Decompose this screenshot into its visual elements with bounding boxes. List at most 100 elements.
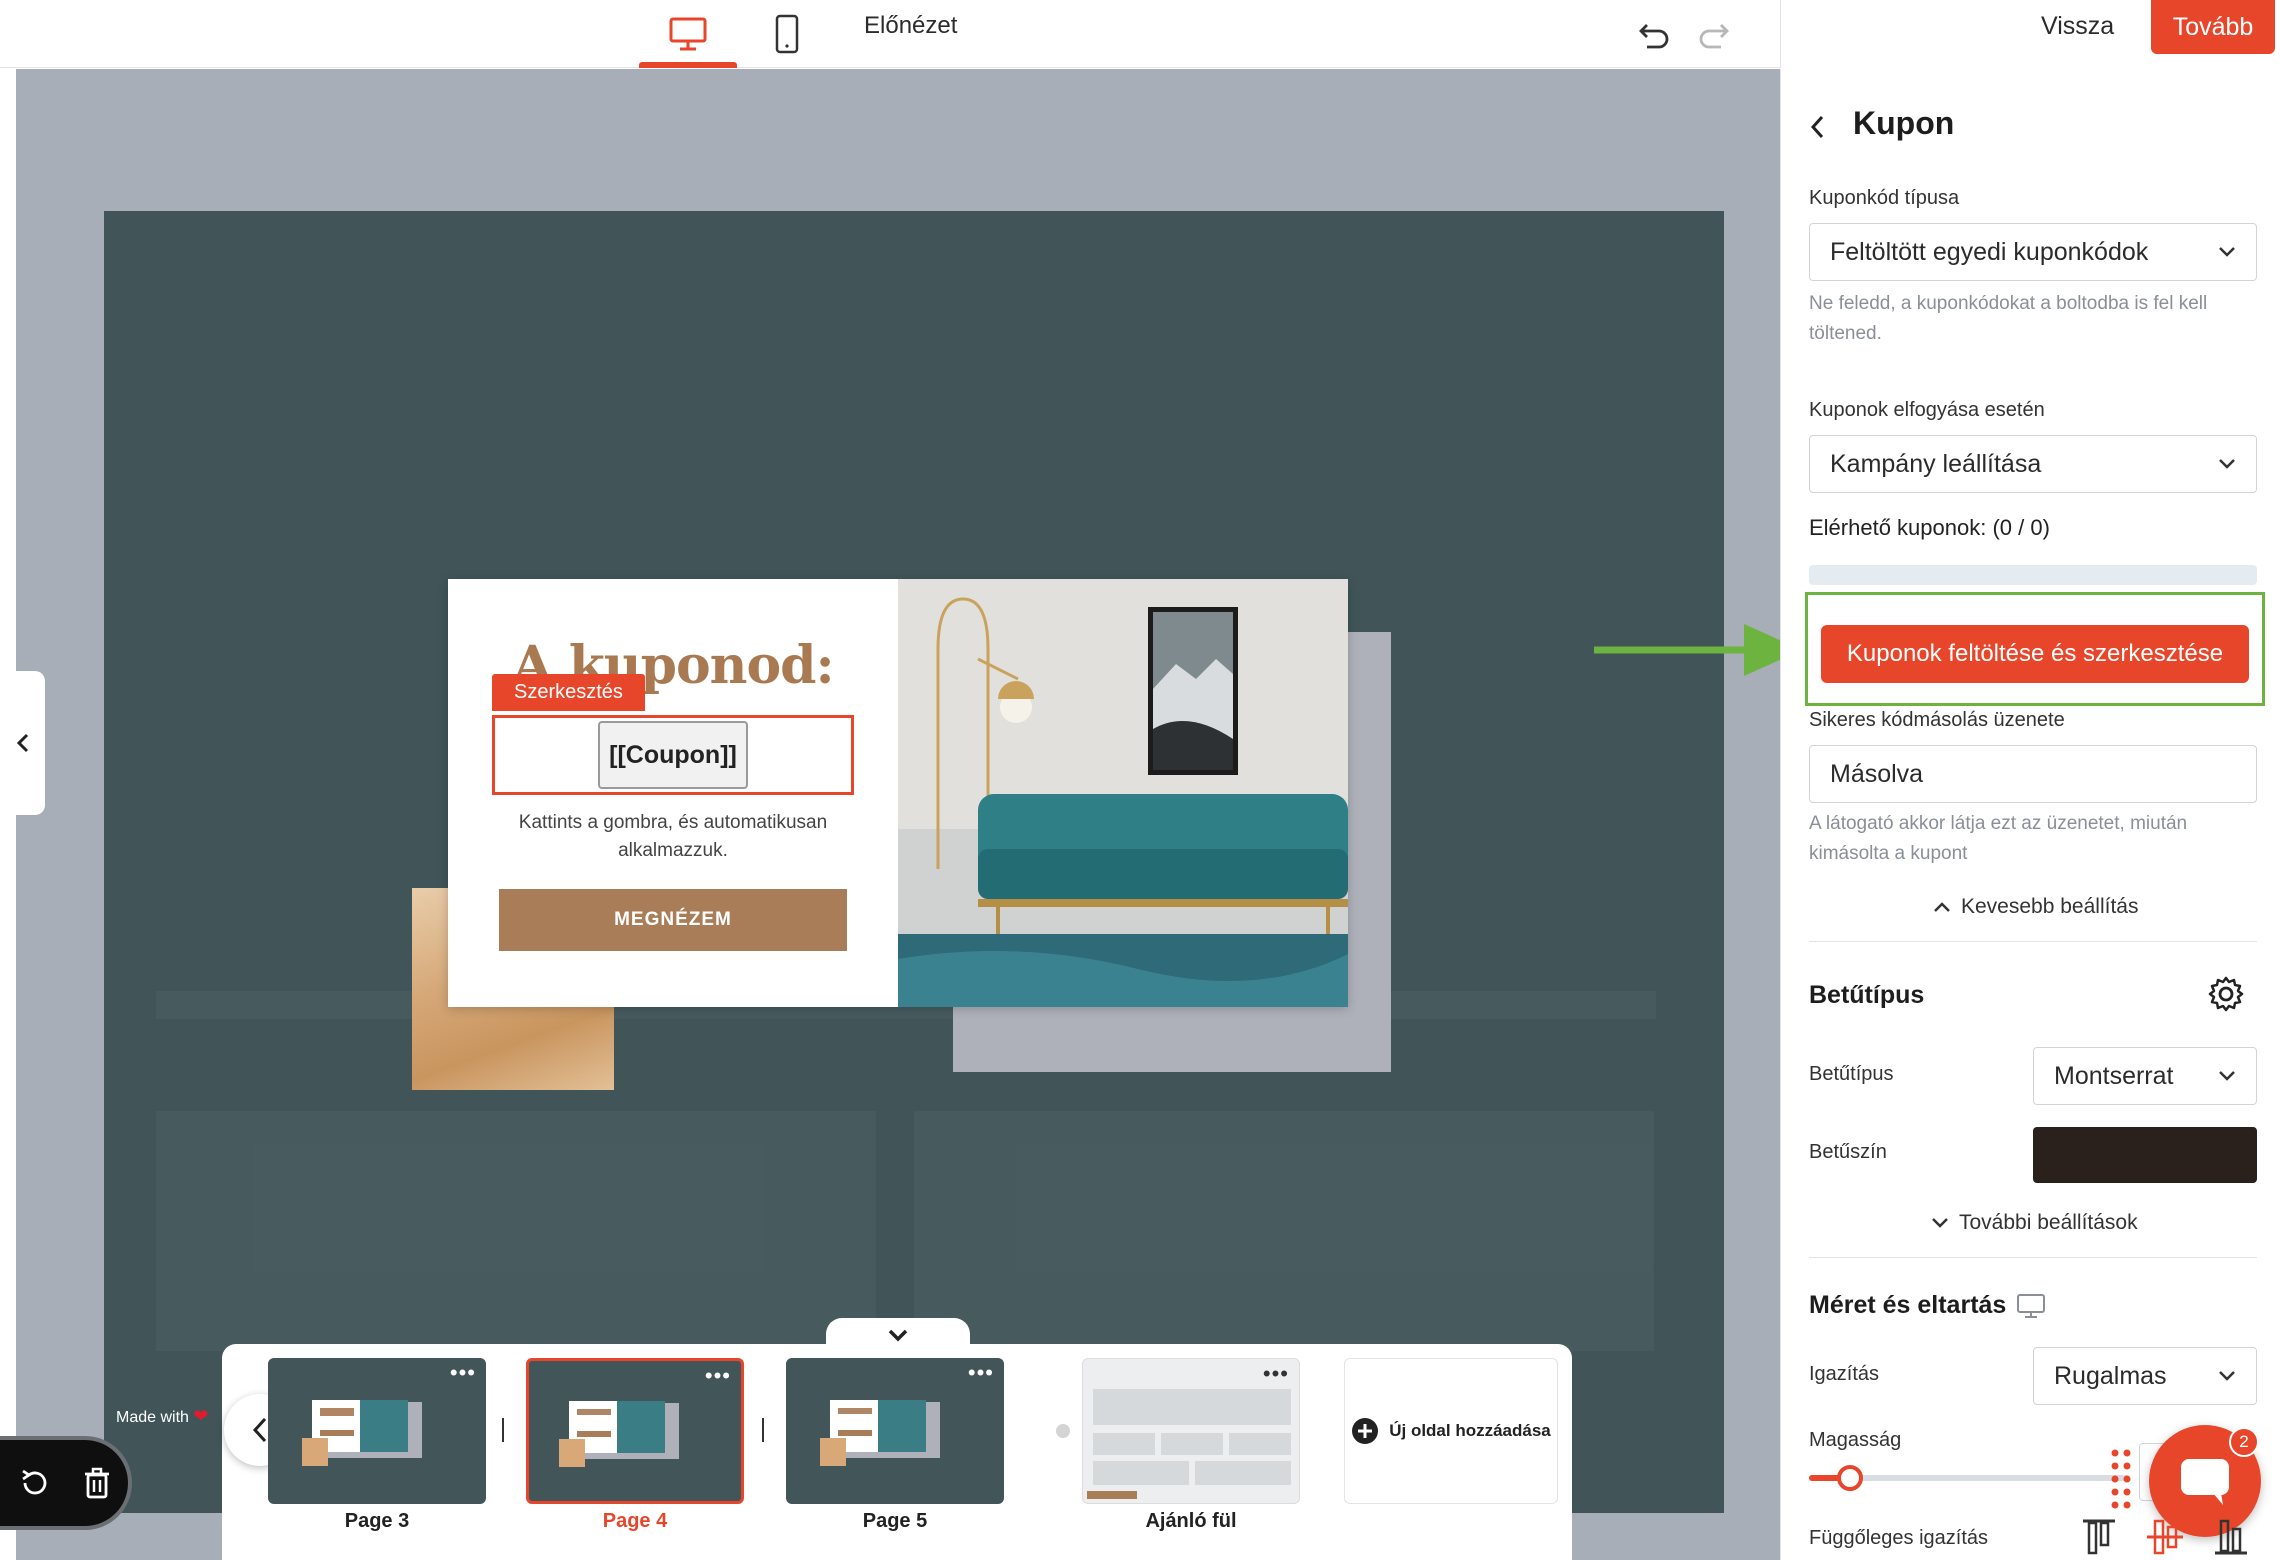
- align-bottom-icon[interactable]: [2209, 1517, 2253, 1557]
- chevron-left-icon: [1810, 115, 1824, 139]
- page-label[interactable]: Page 5: [786, 1510, 1004, 1533]
- size-section-title: Méret és eltartás: [1809, 1291, 2046, 1320]
- desktop-view-button[interactable]: [639, 0, 737, 68]
- more-options-icon[interactable]: •••: [450, 1362, 476, 1384]
- coupon-type-value: Feltöltött egyedi kuponkódok: [1830, 237, 2149, 266]
- font-select[interactable]: Montserrat: [2033, 1047, 2257, 1105]
- coupon-type-label: Kuponkód típusa: [1809, 187, 1960, 209]
- chevron-down-icon: [2219, 1371, 2235, 1381]
- chevron-left-icon: [16, 733, 28, 753]
- made-with-label: Made with: [116, 1409, 189, 1426]
- background-shape: [914, 1111, 1654, 1351]
- back-button[interactable]: Vissza: [2041, 10, 2114, 42]
- upload-coupons-button[interactable]: Kuponok feltöltése és szerkesztése: [1821, 625, 2249, 683]
- green-arrow-annotation: [1594, 624, 1802, 676]
- size-section-label: Méret és eltartás: [1809, 1291, 2007, 1319]
- chat-icon: [2181, 1459, 2229, 1505]
- element-tools: [0, 1436, 132, 1530]
- desktop-icon: [669, 17, 707, 51]
- popup-description[interactable]: Kattints a gombra, és automatikusan alka…: [488, 809, 858, 865]
- page-separator-dot: [1056, 1424, 1070, 1438]
- more-options-icon[interactable]: •••: [968, 1362, 994, 1384]
- copy-message-hint: A látogató akkor látja ezt az üzenetet, …: [1809, 813, 2188, 864]
- more-settings-toggle[interactable]: További beállítások: [1931, 1211, 2138, 1235]
- desktop-icon: [2017, 1293, 2046, 1318]
- trash-icon[interactable]: [81, 1466, 113, 1500]
- popup-content: A kuponod: Szerkesztés [[Coupon]] Kattin…: [448, 579, 898, 1007]
- copy-message-input[interactable]: Másolva: [1809, 745, 2257, 803]
- page-thumbnail[interactable]: •••: [268, 1358, 486, 1504]
- heart-icon: ❤: [193, 1406, 209, 1426]
- height-slider-handle[interactable]: [1837, 1465, 1863, 1491]
- font-color-label: Betűszín: [1809, 1141, 1887, 1163]
- background-shape: [156, 1111, 876, 1351]
- more-options-icon[interactable]: •••: [705, 1365, 731, 1387]
- chevron-up-icon: [1934, 902, 1950, 912]
- made-with-badge: Made with ❤: [116, 1406, 208, 1427]
- cta-button[interactable]: MEGNÉZEM: [499, 889, 847, 951]
- less-settings-toggle[interactable]: Kevesebb beállítás: [1933, 895, 2138, 919]
- align-middle-icon[interactable]: [2143, 1517, 2187, 1557]
- reset-icon[interactable]: [19, 1467, 51, 1499]
- on-run-out-value: Kampány leállítása: [1830, 449, 2042, 478]
- less-settings-label: Kevesebb beállítás: [1961, 895, 2139, 918]
- undo-button[interactable]: [1630, 10, 1678, 58]
- panel-title: Kupon: [1853, 105, 1955, 141]
- more-options-icon[interactable]: •••: [1263, 1363, 1289, 1385]
- vertical-align-label: Függőleges igazítás: [1809, 1527, 1989, 1549]
- divider: [1809, 941, 2257, 942]
- page-thumbnail[interactable]: •••: [786, 1358, 1004, 1504]
- on-run-out-label: Kuponok elfogyása esetén: [1809, 399, 2045, 421]
- next-button[interactable]: Tovább: [2151, 0, 2275, 54]
- align-top-icon[interactable]: [2077, 1517, 2121, 1557]
- available-coupons-label: Elérhető kuponok: (0 / 0): [1809, 515, 2050, 540]
- add-page-label: Új oldal hozzáadása: [1389, 1421, 1551, 1440]
- page-thumbnail-active[interactable]: •••: [526, 1358, 744, 1504]
- gear-icon: [2208, 976, 2244, 1012]
- vertical-align-options: [2077, 1517, 2253, 1557]
- mobile-icon: [775, 14, 799, 54]
- chevron-left-icon: [252, 1417, 267, 1443]
- preview-link[interactable]: Előnézet: [864, 10, 957, 42]
- coupon-type-hint: Ne feledd, a kuponkódokat a boltodba is …: [1809, 293, 2208, 344]
- redo-icon: [1699, 24, 1729, 49]
- on-run-out-select[interactable]: Kampány leállítása: [1809, 435, 2257, 493]
- panel-back-button[interactable]: [1807, 113, 1827, 146]
- plus-circle-icon: [1352, 1418, 1379, 1444]
- page-label[interactable]: Page 3: [268, 1510, 486, 1533]
- page-label[interactable]: Ajánló fül: [1082, 1510, 1300, 1533]
- coupon-type-select[interactable]: Feltöltött egyedi kuponkódok: [1809, 223, 2257, 281]
- living-room-image: [898, 579, 1348, 1007]
- drag-handle-icon[interactable]: [2109, 1447, 2133, 1511]
- available-coupons-progress: [1809, 565, 2257, 585]
- font-section-title: Betűtípus: [1809, 981, 1925, 1009]
- align-label: Igazítás: [1809, 1363, 1880, 1385]
- edit-tag[interactable]: Szerkesztés: [492, 674, 645, 711]
- font-settings-button[interactable]: [2207, 975, 2245, 1018]
- chevron-down-icon: [2219, 247, 2235, 257]
- chat-notification-badge: 2: [2229, 1427, 2259, 1457]
- page-thumbnail[interactable]: •••: [1082, 1358, 1300, 1504]
- settings-panel: Kupon Kuponkód típusa Feltöltött egyedi …: [1780, 69, 2280, 1560]
- topbar-actions: Vissza Tovább: [1780, 0, 2280, 68]
- mobile-view-button[interactable]: [738, 0, 836, 68]
- height-label: Magasság: [1809, 1429, 1902, 1451]
- coupon-popup: A kuponod: Szerkesztés [[Coupon]] Kattin…: [448, 579, 1348, 1007]
- redo-button[interactable]: [1690, 10, 1738, 58]
- font-value: Montserrat: [2054, 1061, 2174, 1090]
- more-settings-label: További beállítások: [1959, 1211, 2138, 1234]
- align-select[interactable]: Rugalmas: [2033, 1347, 2257, 1405]
- undo-icon: [1639, 24, 1669, 49]
- font-label: Betűtípus: [1809, 1063, 1894, 1085]
- copy-message-label: Sikeres kódmásolás üzenete: [1809, 709, 2065, 731]
- coupon-code-box[interactable]: [[Coupon]]: [598, 721, 748, 789]
- page-separator: [502, 1418, 504, 1442]
- font-color-swatch[interactable]: [2033, 1127, 2257, 1183]
- add-page-button[interactable]: Új oldal hozzáadása: [1344, 1358, 1558, 1504]
- copy-message-value: Másolva: [1830, 759, 1924, 788]
- chevron-down-icon: [2219, 459, 2235, 469]
- page-separator: [762, 1418, 764, 1442]
- chevron-down-icon: [2219, 1071, 2235, 1081]
- page-label-active[interactable]: Page 4: [526, 1510, 744, 1533]
- left-panel-toggle[interactable]: [0, 671, 45, 815]
